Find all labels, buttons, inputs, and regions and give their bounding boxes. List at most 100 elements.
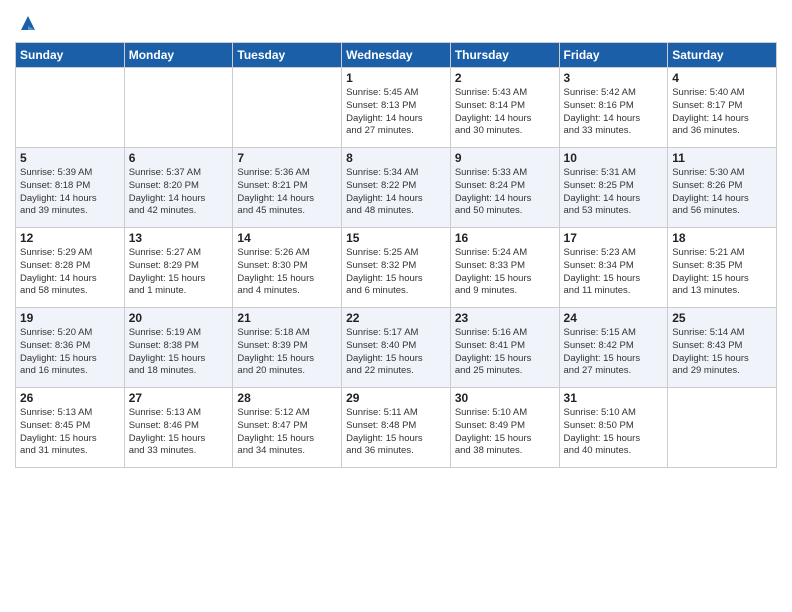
calendar-week-5: 26 Sunrise: 5:13 AM Sunset: 8:45 PM Dayli… (16, 388, 777, 468)
calendar-cell: 8 Sunrise: 5:34 AM Sunset: 8:22 PM Daylig… (342, 148, 451, 228)
day-info: Sunrise: 5:45 AM Sunset: 8:13 PM Dayligh… (346, 87, 446, 138)
calendar-cell: 7 Sunrise: 5:36 AM Sunset: 8:21 PM Daylig… (233, 148, 342, 228)
day-number: 23 (455, 311, 555, 325)
day-info: Sunrise: 5:20 AM Sunset: 8:36 PM Dayligh… (20, 327, 120, 378)
day-number: 11 (672, 151, 772, 165)
calendar-cell: 25 Sunrise: 5:14 AM Sunset: 8:43 PM Dayli… (668, 308, 777, 388)
day-number: 5 (20, 151, 120, 165)
header (15, 10, 777, 34)
day-number: 25 (672, 311, 772, 325)
calendar-cell: 18 Sunrise: 5:21 AM Sunset: 8:35 PM Dayli… (668, 228, 777, 308)
calendar-cell: 13Sunrise: 5:27 AM Sunset: 8:29 PM Dayli… (124, 228, 233, 308)
calendar-cell (16, 68, 125, 148)
calendar-cell: 14 Sunrise: 5:26 AM Sunset: 8:30 PM Dayli… (233, 228, 342, 308)
day-info: Sunrise: 5:13 AM Sunset: 8:46 PM Dayligh… (129, 407, 229, 458)
weekday-header-saturday: Saturday (668, 43, 777, 68)
day-info: Sunrise: 5:23 AM Sunset: 8:34 PM Dayligh… (564, 247, 664, 298)
calendar-header-row: SundayMondayTuesdayWednesdayThursdayFrid… (16, 43, 777, 68)
day-number: 7 (237, 151, 337, 165)
day-info: Sunrise: 5:43 AM Sunset: 8:14 PM Dayligh… (455, 87, 555, 138)
day-info: Sunrise: 5:16 AM Sunset: 8:41 PM Dayligh… (455, 327, 555, 378)
day-info: Sunrise: 5:37 AM Sunset: 8:20 PM Dayligh… (129, 167, 229, 218)
day-info: Sunrise: 5:17 AM Sunset: 8:40 PM Dayligh… (346, 327, 446, 378)
calendar-cell: 15Sunrise: 5:25 AM Sunset: 8:32 PM Dayli… (342, 228, 451, 308)
day-number: 1 (346, 71, 446, 85)
day-info: Sunrise: 5:24 AM Sunset: 8:33 PM Dayligh… (455, 247, 555, 298)
calendar-cell: 3Sunrise: 5:42 AM Sunset: 8:16 PM Daylig… (559, 68, 668, 148)
calendar-cell: 26 Sunrise: 5:13 AM Sunset: 8:45 PM Dayli… (16, 388, 125, 468)
calendar-week-3: 12Sunrise: 5:29 AM Sunset: 8:28 PM Dayli… (16, 228, 777, 308)
day-number: 17 (564, 231, 664, 245)
day-info: Sunrise: 5:39 AM Sunset: 8:18 PM Dayligh… (20, 167, 120, 218)
calendar-cell: 17 Sunrise: 5:23 AM Sunset: 8:34 PM Dayli… (559, 228, 668, 308)
calendar-cell: 10 Sunrise: 5:31 AM Sunset: 8:25 PM Dayli… (559, 148, 668, 228)
day-number: 26 (20, 391, 120, 405)
calendar-cell (124, 68, 233, 148)
calendar-cell: 12Sunrise: 5:29 AM Sunset: 8:28 PM Dayli… (16, 228, 125, 308)
calendar-week-1: 1 Sunrise: 5:45 AM Sunset: 8:13 PM Daylig… (16, 68, 777, 148)
day-number: 4 (672, 71, 772, 85)
weekday-header-friday: Friday (559, 43, 668, 68)
logo-icon (17, 12, 39, 34)
day-info: Sunrise: 5:31 AM Sunset: 8:25 PM Dayligh… (564, 167, 664, 218)
weekday-header-wednesday: Wednesday (342, 43, 451, 68)
calendar-cell: 11 Sunrise: 5:30 AM Sunset: 8:26 PM Dayli… (668, 148, 777, 228)
calendar: SundayMondayTuesdayWednesdayThursdayFrid… (15, 42, 777, 468)
day-number: 31 (564, 391, 664, 405)
day-number: 3 (564, 71, 664, 85)
day-info: Sunrise: 5:33 AM Sunset: 8:24 PM Dayligh… (455, 167, 555, 218)
calendar-cell: 24Sunrise: 5:15 AM Sunset: 8:42 PM Dayli… (559, 308, 668, 388)
day-number: 24 (564, 311, 664, 325)
day-number: 27 (129, 391, 229, 405)
page: SundayMondayTuesdayWednesdayThursdayFrid… (0, 0, 792, 612)
day-number: 2 (455, 71, 555, 85)
weekday-header-thursday: Thursday (450, 43, 559, 68)
day-number: 10 (564, 151, 664, 165)
calendar-cell: 5 Sunrise: 5:39 AM Sunset: 8:18 PM Daylig… (16, 148, 125, 228)
day-info: Sunrise: 5:14 AM Sunset: 8:43 PM Dayligh… (672, 327, 772, 378)
day-info: Sunrise: 5:11 AM Sunset: 8:48 PM Dayligh… (346, 407, 446, 458)
day-number: 18 (672, 231, 772, 245)
day-info: Sunrise: 5:26 AM Sunset: 8:30 PM Dayligh… (237, 247, 337, 298)
day-number: 15 (346, 231, 446, 245)
weekday-header-monday: Monday (124, 43, 233, 68)
day-number: 9 (455, 151, 555, 165)
calendar-cell: 19 Sunrise: 5:20 AM Sunset: 8:36 PM Dayli… (16, 308, 125, 388)
calendar-cell (668, 388, 777, 468)
day-info: Sunrise: 5:19 AM Sunset: 8:38 PM Dayligh… (129, 327, 229, 378)
day-number: 21 (237, 311, 337, 325)
calendar-cell: 16 Sunrise: 5:24 AM Sunset: 8:33 PM Dayli… (450, 228, 559, 308)
calendar-cell: 2 Sunrise: 5:43 AM Sunset: 8:14 PM Daylig… (450, 68, 559, 148)
day-number: 6 (129, 151, 229, 165)
day-number: 8 (346, 151, 446, 165)
day-info: Sunrise: 5:10 AM Sunset: 8:50 PM Dayligh… (564, 407, 664, 458)
calendar-week-4: 19 Sunrise: 5:20 AM Sunset: 8:36 PM Dayli… (16, 308, 777, 388)
day-info: Sunrise: 5:18 AM Sunset: 8:39 PM Dayligh… (237, 327, 337, 378)
day-info: Sunrise: 5:30 AM Sunset: 8:26 PM Dayligh… (672, 167, 772, 218)
calendar-cell: 27 Sunrise: 5:13 AM Sunset: 8:46 PM Dayli… (124, 388, 233, 468)
day-number: 28 (237, 391, 337, 405)
calendar-cell: 29Sunrise: 5:11 AM Sunset: 8:48 PM Dayli… (342, 388, 451, 468)
calendar-cell: 28 Sunrise: 5:12 AM Sunset: 8:47 PM Dayli… (233, 388, 342, 468)
weekday-header-sunday: Sunday (16, 43, 125, 68)
day-number: 16 (455, 231, 555, 245)
calendar-cell: 22Sunrise: 5:17 AM Sunset: 8:40 PM Dayli… (342, 308, 451, 388)
calendar-week-2: 5 Sunrise: 5:39 AM Sunset: 8:18 PM Daylig… (16, 148, 777, 228)
day-info: Sunrise: 5:13 AM Sunset: 8:45 PM Dayligh… (20, 407, 120, 458)
calendar-cell (233, 68, 342, 148)
day-info: Sunrise: 5:36 AM Sunset: 8:21 PM Dayligh… (237, 167, 337, 218)
day-number: 19 (20, 311, 120, 325)
day-info: Sunrise: 5:12 AM Sunset: 8:47 PM Dayligh… (237, 407, 337, 458)
day-info: Sunrise: 5:34 AM Sunset: 8:22 PM Dayligh… (346, 167, 446, 218)
weekday-header-tuesday: Tuesday (233, 43, 342, 68)
day-info: Sunrise: 5:27 AM Sunset: 8:29 PM Dayligh… (129, 247, 229, 298)
day-info: Sunrise: 5:21 AM Sunset: 8:35 PM Dayligh… (672, 247, 772, 298)
calendar-cell: 20 Sunrise: 5:19 AM Sunset: 8:38 PM Dayli… (124, 308, 233, 388)
day-number: 20 (129, 311, 229, 325)
day-info: Sunrise: 5:40 AM Sunset: 8:17 PM Dayligh… (672, 87, 772, 138)
calendar-cell: 1 Sunrise: 5:45 AM Sunset: 8:13 PM Daylig… (342, 68, 451, 148)
day-number: 14 (237, 231, 337, 245)
calendar-cell: 23 Sunrise: 5:16 AM Sunset: 8:41 PM Dayli… (450, 308, 559, 388)
logo (15, 14, 39, 34)
calendar-cell: 9 Sunrise: 5:33 AM Sunset: 8:24 PM Daylig… (450, 148, 559, 228)
